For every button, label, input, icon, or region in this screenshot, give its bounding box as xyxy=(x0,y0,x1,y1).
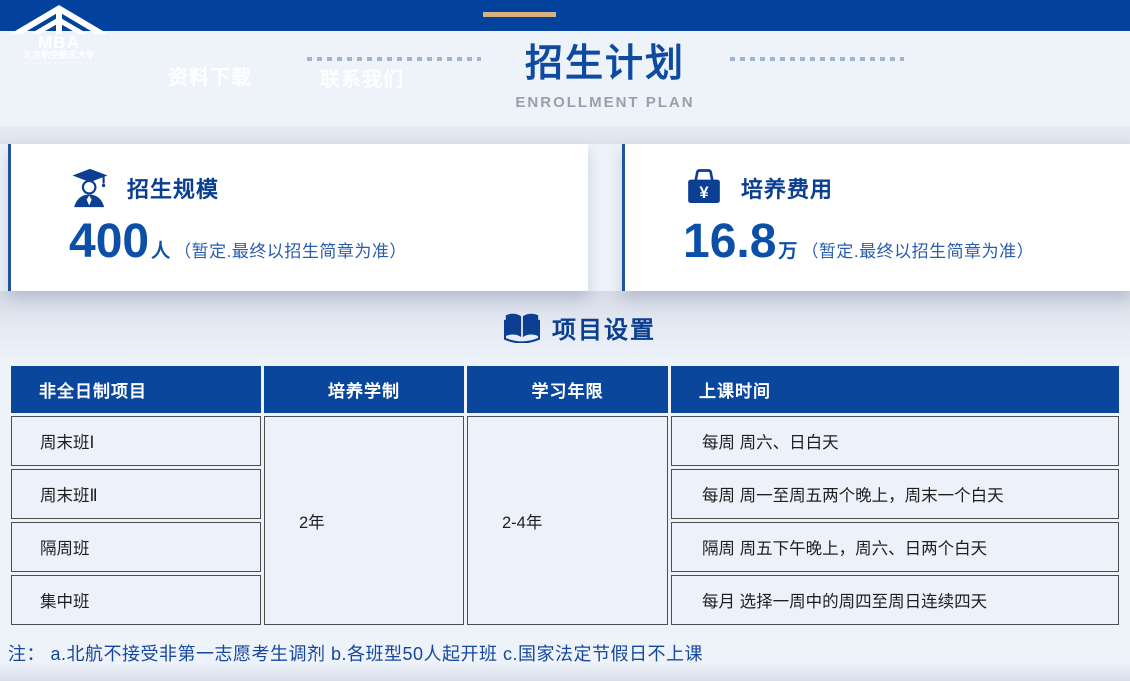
enrollment-count-unit: 人 xyxy=(151,236,170,263)
yen-bag-icon: ¥ xyxy=(683,168,725,208)
section-header: 招生计划 ENROLLMENT PLAN xyxy=(80,40,1130,111)
svg-text:¥: ¥ xyxy=(699,183,709,202)
table-row: 周末班Ⅰ 2年 2-4年 每周 周六、日白天 xyxy=(11,416,1119,466)
program-name-cell: 隔周班 xyxy=(11,522,261,572)
logo-university-text: 北京航空航天大学 xyxy=(23,49,95,60)
tuition-fee-unit: 万 xyxy=(778,236,797,263)
tuition-fee-value: 16.8 xyxy=(683,216,776,268)
enrollment-count-value: 400 xyxy=(69,216,149,268)
class-time-cell: 每月 选择一周中的周四至周日连续四天 xyxy=(671,575,1119,625)
enrollment-plan-page: MBA 北京航空航天大学 BEIHANG UNIVERSITY 资料下载 联系我… xyxy=(0,0,1130,681)
beihang-wings-icon xyxy=(10,5,108,34)
card-title: 招生规模 xyxy=(127,172,219,204)
gold-accent-line xyxy=(483,12,556,17)
logo-university-caps: BEIHANG UNIVERSITY xyxy=(24,60,94,65)
program-schedule-table: 非全日制项目 培养学制 学习年限 上课时间 周末班Ⅰ 2年 2-4年 每周 周六… xyxy=(8,363,1122,628)
class-time-cell: 每周 周一至周五两个晚上，周末一个白天 xyxy=(671,469,1119,519)
graduate-icon xyxy=(69,168,111,208)
column-header-program: 非全日制项目 xyxy=(11,366,261,413)
top-navy-bar xyxy=(0,0,1130,31)
column-header-study-years: 学习年限 xyxy=(467,366,668,413)
tuition-fee-note: （暂定.最终以招生简章为准） xyxy=(801,237,1034,262)
university-logo[interactable]: MBA 北京航空航天大学 BEIHANG UNIVERSITY xyxy=(8,3,110,65)
enrollment-scale-card: 招生规模 400 人 （暂定.最终以招生简章为准） xyxy=(8,144,588,291)
program-setup-title: 项目设置 xyxy=(552,310,656,345)
class-time-cell: 隔周 周五下午晚上，周六、日两个白天 xyxy=(671,522,1119,572)
background-band-top xyxy=(0,126,1130,144)
column-header-class-time: 上课时间 xyxy=(671,366,1119,413)
open-book-icon xyxy=(504,313,540,343)
study-years-cell: 2-4年 xyxy=(467,416,668,625)
footnote: 注： a.北航不接受非第一志愿考生调剂 b.各班型50人起开班 c.国家法定节假… xyxy=(8,640,703,666)
program-name-cell: 集中班 xyxy=(11,575,261,625)
table-header-row: 非全日制项目 培养学制 学习年限 上课时间 xyxy=(11,366,1119,413)
duration-cell: 2年 xyxy=(264,416,464,625)
class-time-cell: 每周 周六、日白天 xyxy=(671,416,1119,466)
page-title: 招生计划 xyxy=(80,40,1130,88)
program-name-cell: 周末班Ⅱ xyxy=(11,469,261,519)
enrollment-count-note: （暂定.最终以招生简章为准） xyxy=(174,237,407,262)
tuition-fee-card: ¥ 培养费用 16.8 万 （暂定.最终以招生简章为准） xyxy=(622,144,1130,291)
card-title: 培养费用 xyxy=(741,172,833,204)
column-header-duration: 培养学制 xyxy=(264,366,464,413)
page-subtitle: ENROLLMENT PLAN xyxy=(80,94,1130,111)
program-name-cell: 周末班Ⅰ xyxy=(11,416,261,466)
program-setup-header: 项目设置 xyxy=(0,310,1130,345)
